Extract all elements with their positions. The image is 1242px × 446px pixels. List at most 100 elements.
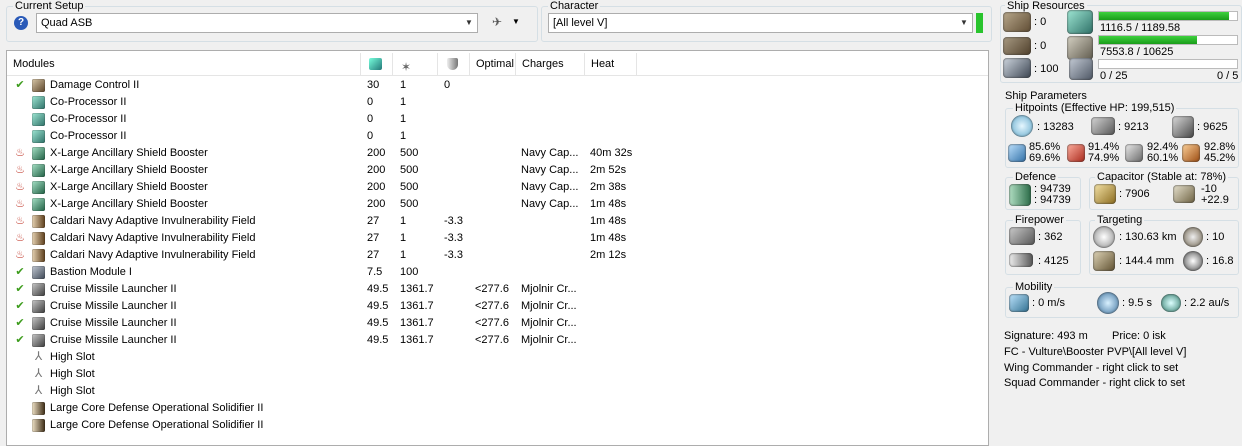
cpu-value: 1116.5 / 1189.58 — [1100, 22, 1181, 34]
table-row[interactable]: Co-Processor II 0 1 — [7, 128, 990, 145]
header-heat[interactable]: Heat — [585, 53, 637, 75]
module-pg — [400, 383, 440, 400]
defence-icon — [1009, 184, 1031, 206]
status-empty — [13, 417, 27, 434]
character-status-indicator — [976, 13, 983, 33]
scan-resolution-value: : 144.4 mm — [1119, 255, 1175, 267]
module-optimal — [475, 417, 519, 434]
module-heat — [590, 366, 640, 383]
cpu-icon — [369, 58, 382, 70]
module-pg: 1361.7 — [400, 317, 434, 329]
module-optimal — [475, 145, 519, 162]
table-row[interactable]: Large Core Defense Operational Solidifie… — [7, 400, 990, 417]
drone-bandwidth-value: 0 / 5 — [1217, 70, 1239, 82]
status-empty — [13, 366, 27, 383]
table-row[interactable]: ♨ X-Large Ancillary Shield Booster 200 500 N… — [7, 179, 990, 196]
warp-speed-icon — [1161, 294, 1181, 312]
powergrid-value: 7553.8 / 10625 — [1100, 46, 1174, 58]
header-powergrid[interactable]: ✶ — [393, 53, 438, 75]
module-cpu — [367, 417, 397, 434]
table-row[interactable]: ⅄ High Slot — [7, 366, 990, 383]
fleet-booster-info[interactable]: FC - Vulture\Booster PVP\[All level V] — [1004, 346, 1186, 359]
module-cpu: 30 — [367, 79, 380, 91]
module-cpu: 49.5 — [367, 300, 389, 312]
table-row[interactable]: ✔ Cruise Missile Launcher II 49.5 1361.7 <27… — [7, 332, 990, 349]
header-resist[interactable] — [438, 53, 470, 75]
invulnerability-field-icon — [32, 232, 45, 245]
calibration-value: : 100 — [1034, 63, 1059, 75]
module-resist — [444, 349, 472, 366]
module-pg: 1 — [400, 96, 407, 108]
warp-speed-value: : 2.2 au/s — [1184, 297, 1230, 309]
character-select[interactable]: [All level V] ▼ — [548, 13, 973, 33]
header-modules[interactable]: Modules — [7, 53, 361, 75]
table-row[interactable]: ✔ Cruise Missile Launcher II 49.5 1361.7 <27… — [7, 281, 990, 298]
table-row[interactable]: ⅄ High Slot — [7, 383, 990, 400]
module-name: Large Core Defense Operational Solidifie… — [50, 419, 264, 431]
invulnerability-field-icon — [32, 215, 45, 228]
module-cpu: 0 — [367, 130, 374, 142]
help-icon[interactable]: ? — [14, 16, 28, 30]
powergrid-icon — [1067, 36, 1093, 60]
align-time-value: : 9.5 s — [1122, 297, 1152, 309]
module-resist — [444, 111, 472, 128]
powergrid-bar — [1098, 35, 1238, 45]
module-optimal — [475, 94, 519, 111]
module-name: Caldari Navy Adaptive Invulnerability Fi… — [50, 249, 256, 261]
table-row[interactable]: ♨ X-Large Ancillary Shield Booster 200 500 N… — [7, 196, 990, 213]
invulnerability-field-icon — [32, 249, 45, 262]
missile-launcher-icon — [32, 317, 45, 330]
table-row[interactable]: ✔ Cruise Missile Launcher II 49.5 1361.7 <27… — [7, 298, 990, 315]
module-name: X-Large Ancillary Shield Booster — [50, 147, 208, 159]
setup-tools-button[interactable]: ✈ ▼ — [490, 14, 524, 32]
module-pg — [400, 366, 440, 383]
table-row[interactable]: ♨ Caldari Navy Adaptive Invulnerability F… — [7, 247, 990, 264]
squad-commander-slot[interactable]: Squad Commander - right click to set — [1004, 377, 1185, 390]
module-name: Caldari Navy Adaptive Invulnerability Fi… — [50, 232, 256, 244]
module-name: X-Large Ancillary Shield Booster — [50, 164, 208, 176]
header-optimal[interactable]: Optimal — [470, 53, 516, 75]
module-name: High Slot — [50, 351, 95, 363]
active-check-icon: ✔ — [15, 283, 25, 295]
module-resist: 0 — [444, 79, 451, 91]
missile-launcher-icon — [32, 300, 45, 313]
table-row[interactable]: ✔ Damage Control II 30 1 0 — [7, 77, 990, 94]
module-resist — [444, 145, 472, 162]
table-row[interactable]: ♨ X-Large Ancillary Shield Booster 200 500 N… — [7, 145, 990, 162]
setup-select[interactable]: Quad ASB ▼ — [36, 13, 478, 33]
module-name: Co-Processor II — [50, 130, 127, 142]
table-row[interactable]: ♨ Caldari Navy Adaptive Invulnerability F… — [7, 230, 990, 247]
table-row[interactable]: Large Core Defense Operational Solidifie… — [7, 417, 990, 434]
header-charges[interactable]: Charges — [516, 53, 585, 75]
thermal-resist-icon — [1067, 144, 1085, 162]
module-charges — [521, 213, 583, 230]
header-cpu[interactable] — [361, 53, 393, 75]
overheat-icon: ♨ — [15, 147, 25, 159]
co-processor-icon — [32, 96, 45, 109]
module-resist — [444, 179, 472, 196]
module-name: X-Large Ancillary Shield Booster — [50, 198, 208, 210]
table-row[interactable]: ⅄ High Slot — [7, 349, 990, 366]
module-name: High Slot — [50, 368, 95, 380]
overheat-icon: ♨ — [15, 198, 25, 210]
module-heat: 1m 48s — [590, 232, 627, 244]
table-row[interactable]: ✔ Bastion Module I 7.5 100 — [7, 264, 990, 281]
module-heat — [590, 332, 640, 349]
table-row[interactable]: Co-Processor II 0 1 — [7, 94, 990, 111]
module-charges — [521, 128, 583, 145]
capacitor-icon — [1094, 184, 1116, 204]
table-row[interactable]: ♨ Caldari Navy Adaptive Invulnerability F… — [7, 213, 990, 230]
dps-icon — [1009, 227, 1035, 245]
table-row[interactable]: Co-Processor II 0 1 — [7, 111, 990, 128]
module-optimal — [475, 111, 519, 128]
chevron-down-icon: ▼ — [465, 18, 473, 27]
table-row[interactable]: ♨ X-Large Ancillary Shield Booster 200 500 N… — [7, 162, 990, 179]
module-heat — [590, 349, 640, 366]
module-cpu: 200 — [367, 181, 386, 193]
table-row[interactable]: ✔ Cruise Missile Launcher II 49.5 1361.7 <27… — [7, 315, 990, 332]
sensor-strength-icon — [1183, 251, 1203, 271]
speed-icon — [1009, 294, 1029, 312]
wing-commander-slot[interactable]: Wing Commander - right click to set — [1004, 362, 1178, 375]
overheat-icon: ♨ — [15, 164, 25, 176]
modules-table[interactable]: Modules ✶ Optimal Charges Heat ✔ Damage C… — [6, 50, 989, 446]
